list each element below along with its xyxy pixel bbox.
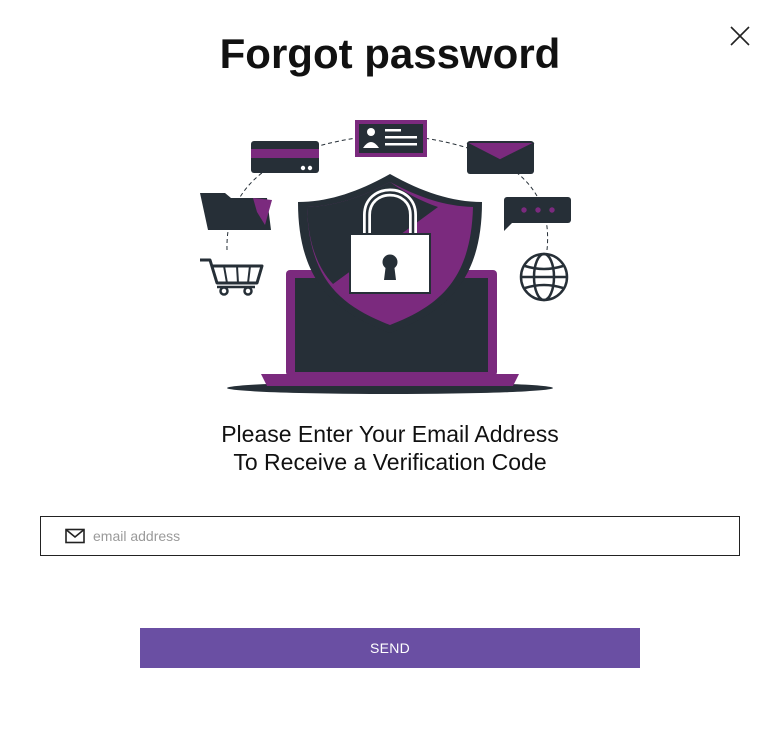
- close-icon: [730, 26, 750, 46]
- id-card-icon: [355, 120, 427, 157]
- email-input[interactable]: [93, 518, 739, 554]
- page-title: Forgot password: [219, 30, 561, 77]
- credit-card-icon: [251, 141, 319, 173]
- envelope-icon: [466, 141, 535, 174]
- instruction-line-2: To Receive a Verification Code: [233, 449, 547, 475]
- mail-icon: [65, 528, 85, 544]
- chat-bubble-icon: [504, 197, 571, 231]
- folder-icon: [200, 193, 272, 230]
- send-button[interactable]: SEND: [140, 628, 640, 668]
- instruction-line-1: Please Enter Your Email Address: [221, 421, 559, 447]
- globe-icon: [519, 252, 569, 302]
- forgot-password-dialog: Forgot password Please Enter Your Email …: [0, 0, 780, 730]
- security-illustration: [200, 120, 571, 394]
- shopping-cart-icon: [200, 258, 264, 296]
- email-field[interactable]: [40, 516, 740, 556]
- instruction-text: Please Enter Your Email Address To Recei…: [0, 420, 780, 476]
- close-button[interactable]: [724, 20, 756, 52]
